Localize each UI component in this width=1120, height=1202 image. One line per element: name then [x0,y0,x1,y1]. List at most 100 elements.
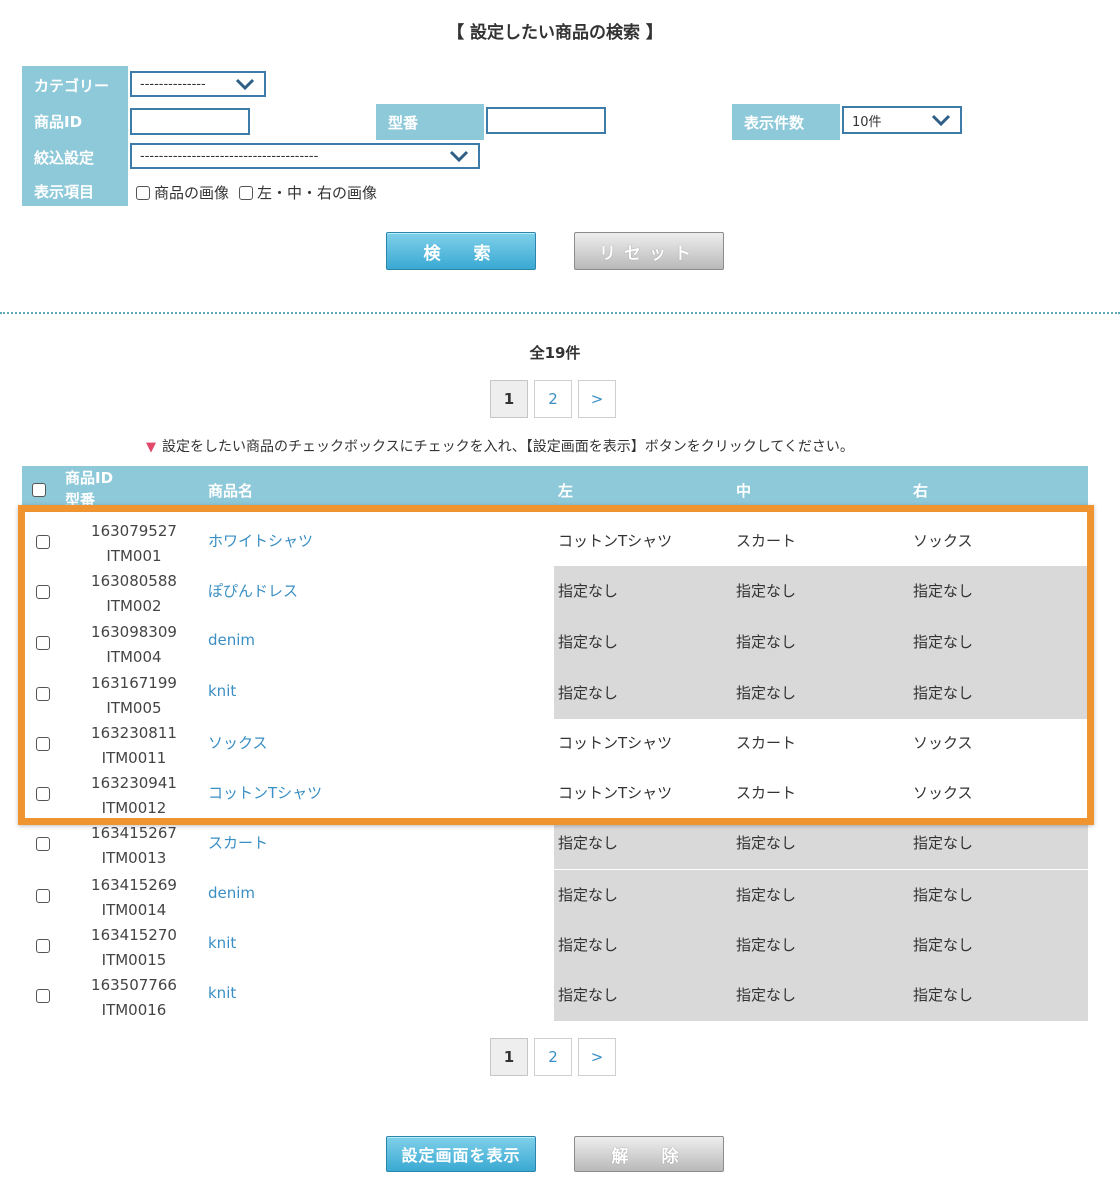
table-row: 163230811 ITM0011 ソックス コットンTシャツ スカート ソックス [22,718,1088,769]
model-label: 型番 [376,104,484,140]
category-select-value: -------------- [140,76,206,92]
table-row: 163507766 ITM0016 knit 指定なし 指定なし 指定なし [22,970,1088,1021]
display-options: 商品の画像 左・中・右の画像 [136,182,377,203]
left-item-cell: 指定なし [558,684,619,702]
chevron-down-icon [235,78,255,91]
row-checkbox[interactable] [36,889,50,903]
product-id: 163167199 [91,674,177,692]
row-checkbox[interactable] [36,636,50,650]
row-checkbox[interactable] [36,585,50,599]
page-1-button[interactable]: 1 [490,380,528,418]
page-1-button[interactable]: 1 [490,1038,528,1076]
product-image-option-label: 商品の画像 [154,184,230,202]
header-center: 中 [736,482,752,500]
row-checkbox[interactable] [36,535,50,549]
table-row: 163080588 ITM002 ぽぴんドレス 指定なし 指定なし 指定なし [22,566,1088,617]
row-checkbox[interactable] [36,687,50,701]
product-name-link[interactable]: ホワイトシャツ [208,530,313,551]
table-row: 163415269 ITM0014 denim 指定なし 指定なし 指定なし [22,870,1088,921]
product-id-cell: 163415267 ITM0013 [84,821,184,871]
per-page-select-value: 10件 [852,114,882,130]
category-label: カテゴリー [34,76,110,95]
next-page-button[interactable]: > [578,1038,616,1076]
model-number: ITM0013 [101,849,167,867]
unset-cell-bg [554,870,1088,921]
table-header: 商品ID 型番 商品名 左 中 右 [22,466,1088,512]
right-item-cell: 指定なし [913,936,974,954]
right-item-cell: 指定なし [913,834,974,852]
lcr-image-checkbox[interactable] [239,185,254,200]
pagination-top: 1 2 > [490,380,616,418]
product-id-cell: 163098309 ITM004 [84,620,184,670]
header-product-id: 商品ID [65,469,114,487]
section-divider [0,312,1120,314]
release-button[interactable]: 解 除 [574,1136,724,1172]
triangle-down-icon: ▼ [146,440,156,455]
product-id-cell: 163080588 ITM002 [84,569,184,619]
product-name-link[interactable]: コットンTシャツ [208,782,322,803]
category-select[interactable]: -------------- [130,71,266,97]
model-number: ITM0016 [101,1001,167,1019]
header-product-name: 商品名 [208,482,254,500]
product-id: 163507766 [91,976,177,994]
center-item-cell: 指定なし [736,986,797,1004]
product-name-link[interactable]: knit [208,984,236,1002]
filter-select-value: -------------------------------------- [140,148,319,164]
row-checkbox[interactable] [36,939,50,953]
lcr-image-option-label: 左・中・右の画像 [257,184,378,202]
center-item-cell: スカート [736,784,797,802]
model-number: ITM002 [106,597,162,615]
product-image-checkbox[interactable] [136,185,150,200]
left-item-cell: 指定なし [558,633,619,651]
row-checkbox[interactable] [36,837,50,851]
left-item-cell: 指定なし [558,582,619,600]
right-item-cell: 指定なし [913,633,974,651]
unset-cell-bg [554,668,1088,719]
show-settings-button[interactable]: 設定画面を表示 [386,1136,536,1172]
right-item-cell: ソックス [913,532,973,550]
header-model: 型番 [65,491,96,509]
left-item-cell: 指定なし [558,936,619,954]
left-item-cell: 指定なし [558,834,619,852]
product-id-input[interactable] [130,108,250,135]
product-name-link[interactable]: スカート [208,832,268,853]
product-id: 163080588 [91,572,177,590]
left-item-cell: コットンTシャツ [558,532,673,550]
unset-cell-bg [554,617,1088,668]
left-item-cell: コットンTシャツ [558,784,673,802]
product-name-link[interactable]: ソックス [208,732,268,753]
search-button[interactable]: 検 索 [386,232,536,270]
right-item-cell: 指定なし [913,886,974,904]
product-name-link[interactable]: knit [208,934,236,952]
product-name-link[interactable]: denim [208,884,255,902]
reset-button[interactable]: リセット [574,232,724,270]
center-item-cell: 指定なし [736,936,797,954]
right-item-cell: 指定なし [913,684,974,702]
model-input[interactable] [486,107,606,134]
product-id-label: 商品ID [34,112,83,131]
product-id: 163079527 [91,522,177,540]
right-item-cell: ソックス [913,784,973,802]
unset-cell-bg [554,566,1088,617]
row-checkbox[interactable] [36,989,50,1003]
per-page-select[interactable]: 10件 [842,106,962,134]
filter-select[interactable]: -------------------------------------- [130,143,480,169]
product-id: 163415270 [91,926,177,944]
product-id-cell: 163415269 ITM0014 [84,873,184,923]
next-page-button[interactable]: > [578,380,616,418]
left-item-cell: 指定なし [558,986,619,1004]
table-row: 163079527 ITM001 ホワイトシャツ コットンTシャツ スカート ソックス [22,516,1088,567]
product-name-link[interactable]: denim [208,631,255,649]
center-item-cell: スカート [736,532,797,550]
per-page-label: 表示件数 [732,104,840,140]
row-checkbox[interactable] [36,737,50,751]
page-2-button[interactable]: 2 [534,1038,572,1076]
product-name-link[interactable]: ぽぴんドレス [208,580,298,601]
row-checkbox[interactable] [36,787,50,801]
product-id-cell: 163079527 ITM001 [84,519,184,569]
page-2-button[interactable]: 2 [534,380,572,418]
select-all-checkbox[interactable] [32,483,46,497]
table-row: 163098309 ITM004 denim 指定なし 指定なし 指定なし [22,617,1088,668]
product-name-link[interactable]: knit [208,682,236,700]
unset-cell-bg [554,818,1088,869]
